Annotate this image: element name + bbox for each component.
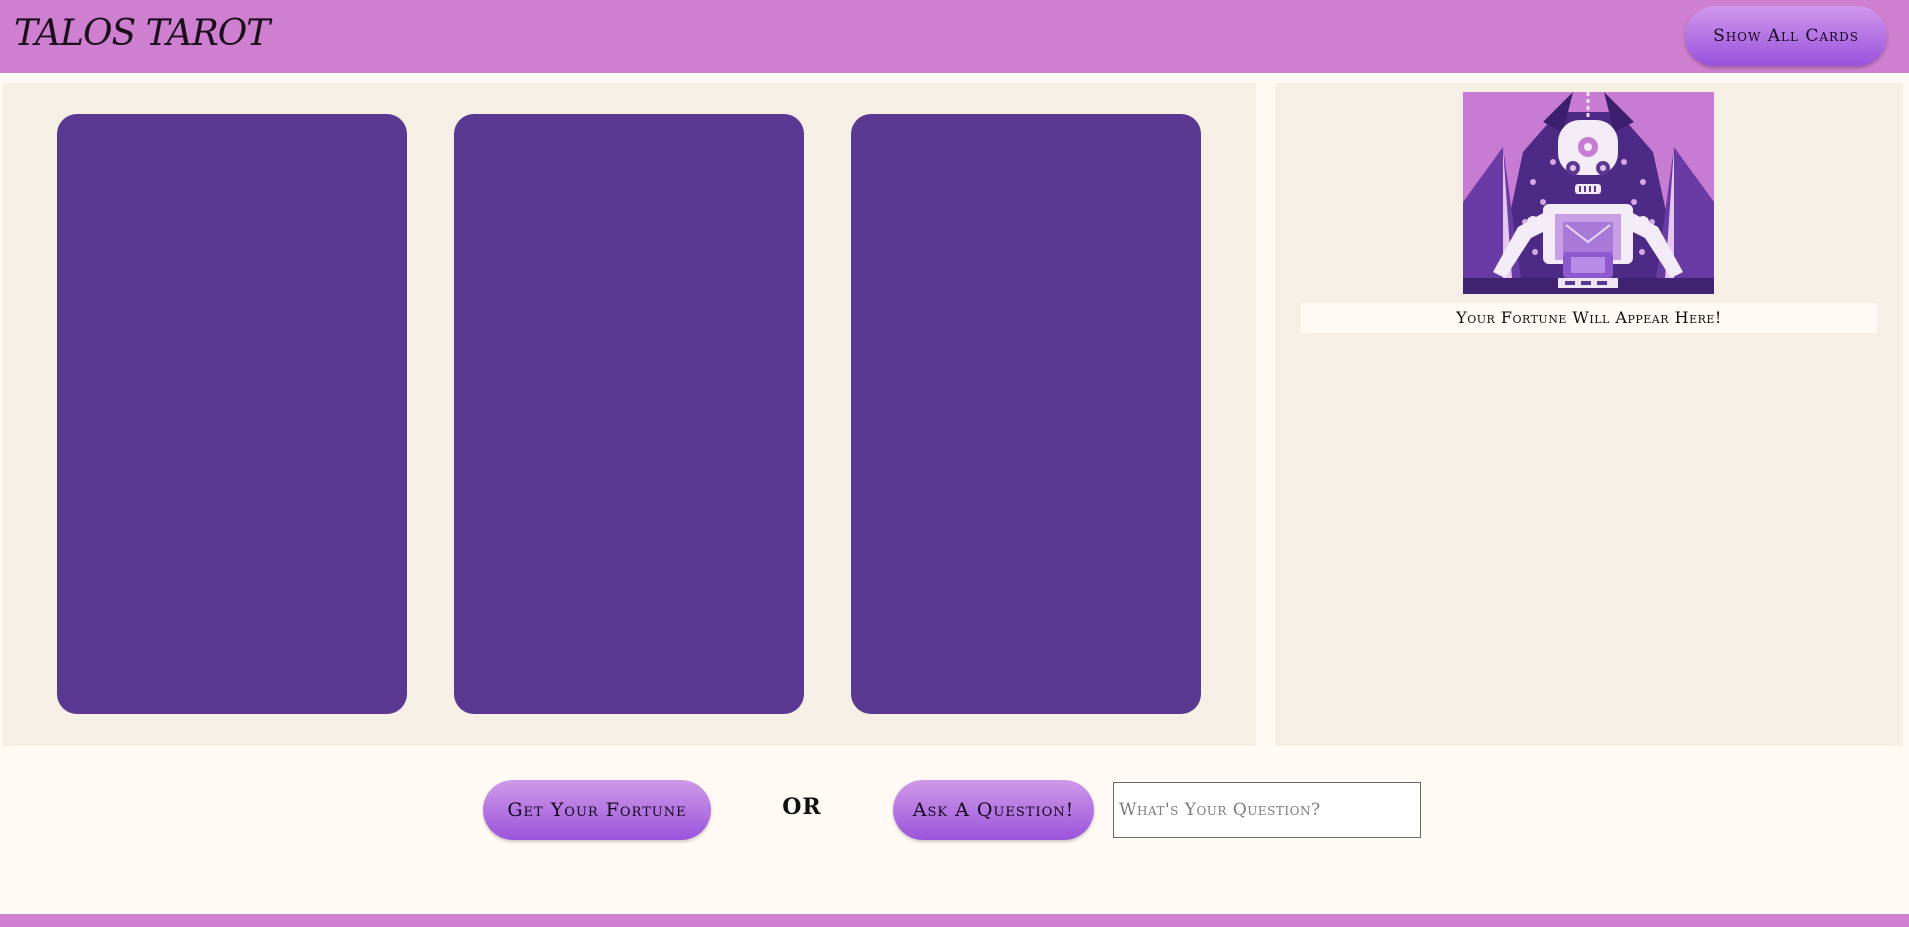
question-input[interactable] [1113,782,1421,838]
footer-bar [0,914,1909,927]
get-fortune-button[interactable]: Get Your Fortune [483,780,711,840]
cards-panel [2,83,1256,746]
logo-word-talos: TALOS [14,13,136,54]
robot-fortune-teller-illustration [1463,92,1714,294]
tarot-card-1[interactable] [57,114,407,714]
logo-word-tarot: TAROT [145,13,271,54]
fortune-text: Your Fortune Will Appear Here! [1301,303,1877,333]
ask-question-button[interactable]: Ask A Question! [893,780,1094,840]
or-separator: OR [782,794,822,820]
app-logo[interactable]: TALOS TAROT [14,13,271,54]
header-bar: TALOS TAROT Show All Cards [0,0,1909,73]
reading-panel: Your Fortune Will Appear Here! [1275,83,1903,746]
show-all-cards-button[interactable]: Show All Cards [1685,6,1887,66]
tarot-card-2[interactable] [454,114,804,714]
tarot-card-3[interactable] [851,114,1201,714]
controls-bar: Get Your Fortune OR Ask A Question! [0,746,1909,914]
